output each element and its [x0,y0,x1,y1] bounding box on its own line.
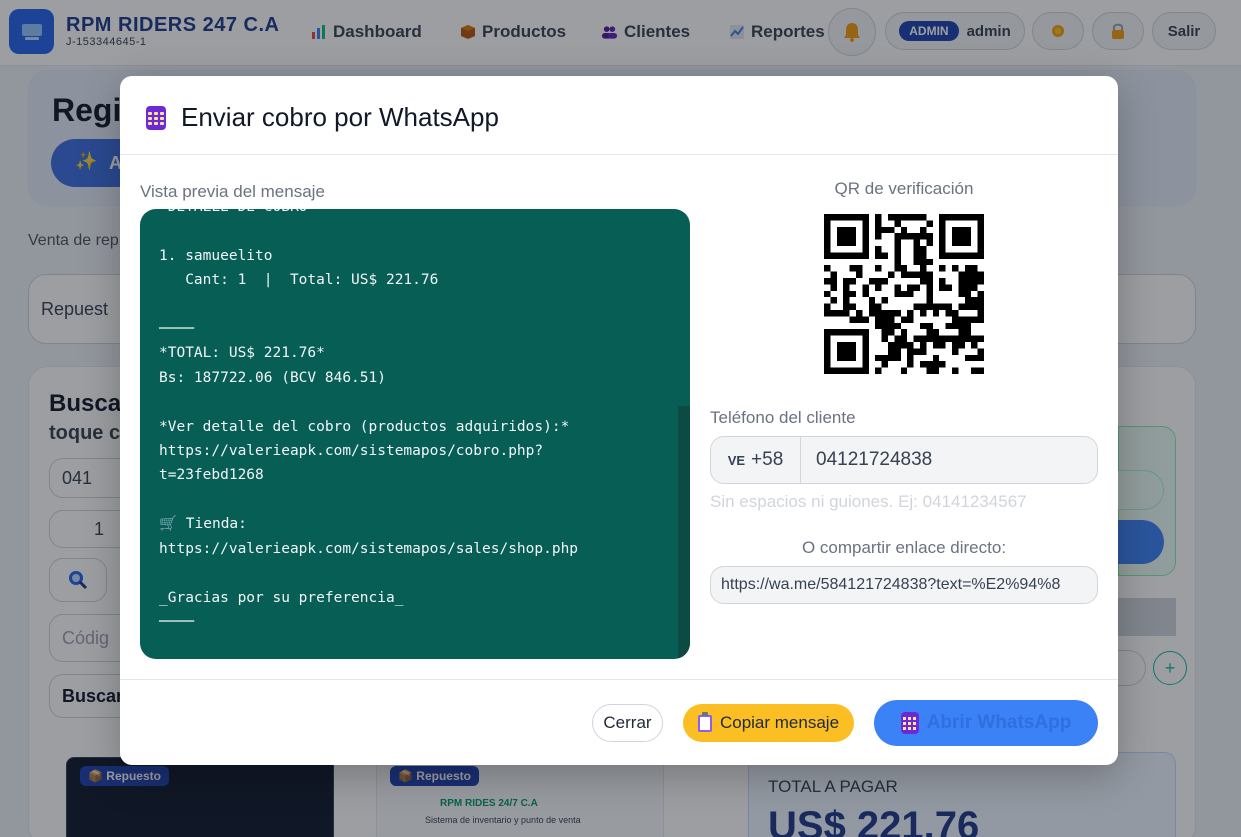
share-label: O compartir enlace directo: [801,538,1007,557]
message-scrollbar[interactable] [678,406,690,659]
country-code-select[interactable]: VE +58 [710,436,801,484]
phone-label: Teléfono del cliente [710,408,856,427]
calculator-icon [146,106,166,130]
message-line: 🛒 Tienda: [159,516,247,533]
message-line: https://valerieapk.com/sistemapos/cobro.… [159,443,544,460]
open-whatsapp-button[interactable]: Abrir WhatsApp [874,700,1098,746]
message-line [159,293,669,317]
message-line: 1. samueelito [159,247,273,264]
message-line: t=23febd1268 [159,467,264,484]
copy-message-label: Copiar mensaje [719,713,840,732]
open-whatsapp-label: Abrir WhatsApp [926,712,1072,733]
qr-code [824,214,984,374]
message-line: ──── [159,613,194,630]
modal-header: Enviar cobro por WhatsApp [120,76,1118,155]
message-line: *TOTAL: US$ 221.76* [159,345,325,362]
country-code: +58 [751,449,784,470]
modal-title: Enviar cobro por WhatsApp [181,102,499,132]
message-line [159,390,669,414]
whatsapp-modal: Enviar cobro por WhatsApp Vista previa d… [120,76,1118,765]
share-link-input[interactable] [710,566,1098,604]
close-button[interactable]: Cerrar [592,704,663,742]
modal-footer-divider [120,679,1118,680]
phone-input[interactable] [800,436,1098,484]
calculator-icon [900,712,919,734]
preview-label: Vista previa del mensaje [140,182,325,201]
message-line [159,561,669,585]
copy-message-button[interactable]: Copiar mensaje [683,704,854,742]
phone-hint: Sin espacios ni guiones. Ej: 04141234567 [710,492,1027,511]
message-line: https://valerieapk.com/sistemapos/sales/… [159,540,579,557]
qr-code-icon [824,214,984,374]
message-line: Cant: 1 | Total: US$ 221.76 [159,272,439,289]
message-line [159,219,669,243]
message-line: *Ver detalle del cobro (productos adquir… [159,418,570,435]
message-line: Bs: 187722.06 (BCV 846.51) [159,369,386,386]
venezuela-flag-icon: VE [727,452,746,468]
message-line: ──── [159,321,194,338]
clipboard-icon [697,711,712,732]
qr-label: QR de verificación [834,179,974,198]
message-text: *DETALLE DE COBRO* 1. samueelito Cant: 1… [159,209,669,634]
message-line: _Gracias por su preferencia_ [159,589,404,606]
message-line [159,488,669,512]
message-preview[interactable]: *DETALLE DE COBRO* 1. samueelito Cant: 1… [140,209,690,659]
message-line: *DETALLE DE COBRO* [159,209,669,219]
